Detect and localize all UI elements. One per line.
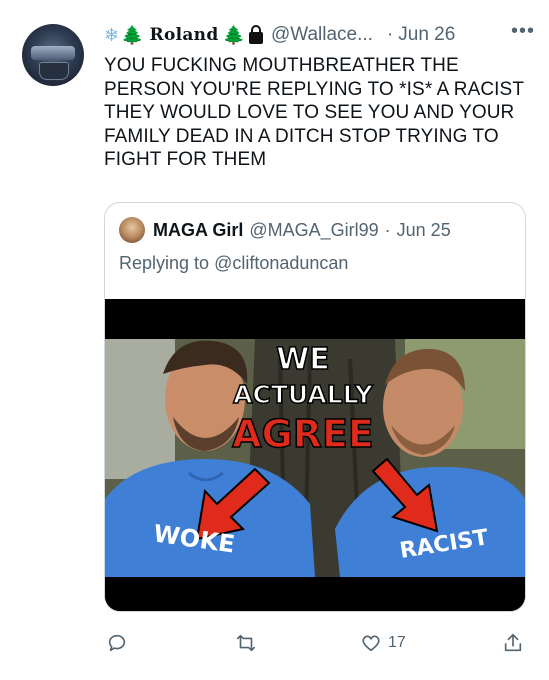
retweet-button[interactable] [234,628,258,658]
headline-line-1: WE [276,342,330,377]
tweet-text: YOU FUCKING MOUTHBREATHER THE PERSON YOU… [104,55,524,170]
avatar-mask [39,62,69,80]
tree-emoji: 🌲 [121,24,144,45]
headline-line-3: AGREE [232,412,374,456]
media-image[interactable]: WE ACTUALLY AGREE WOKE RACIST [105,299,525,611]
reply-button[interactable] [106,628,128,658]
quoted-date: Jun 25 [396,219,451,240]
quoted-tweet[interactable]: MAGA Girl @MAGA_Girl99 · Jun 25 Replying… [104,202,526,612]
handle[interactable]: @Wallace... [271,24,373,46]
quoted-separator: · [384,219,391,240]
like-count: 17 [388,634,406,651]
replying-prefix: Replying to [119,253,210,273]
avatar-visor [31,46,75,60]
retweet-icon [236,634,256,652]
replying-mention[interactable]: @cliftonaduncan [214,253,348,273]
quoted-display-name: MAGA Girl [153,219,244,240]
like-button[interactable]: 17 [360,628,406,658]
tweet: ❄ 🌲 Roland 🌲 @Wallace... · Jun 26 ••• YO… [0,0,549,680]
share-icon [504,633,522,652]
tree-emoji-after: 🌲 [222,24,245,45]
share-button[interactable] [502,628,524,658]
avatar[interactable] [22,24,84,86]
action-bar: 17 [104,628,524,658]
tweet-date[interactable]: Jun 26 [398,24,455,46]
snowflake-emoji: ❄ [104,24,120,45]
display-name[interactable]: Roland [150,25,219,45]
replying-to: Replying to @cliftonaduncan [119,253,348,274]
media-illustration: WE ACTUALLY AGREE WOKE RACIST [105,299,525,611]
reply-icon [108,634,126,652]
quoted-handle: @MAGA_Girl99 [249,219,379,240]
tweet-header: ❄ 🌲 Roland 🌲 @Wallace... · Jun 26 [104,22,535,48]
heart-icon [362,635,380,652]
headline-line-2: ACTUALLY [233,380,374,409]
lock-icon [248,25,263,44]
separator: · [386,24,394,45]
more-options-icon[interactable]: ••• [511,20,535,43]
quoted-avatar[interactable] [119,217,145,243]
quoted-header: MAGA Girl @MAGA_Girl99 · Jun 25 [119,217,451,243]
